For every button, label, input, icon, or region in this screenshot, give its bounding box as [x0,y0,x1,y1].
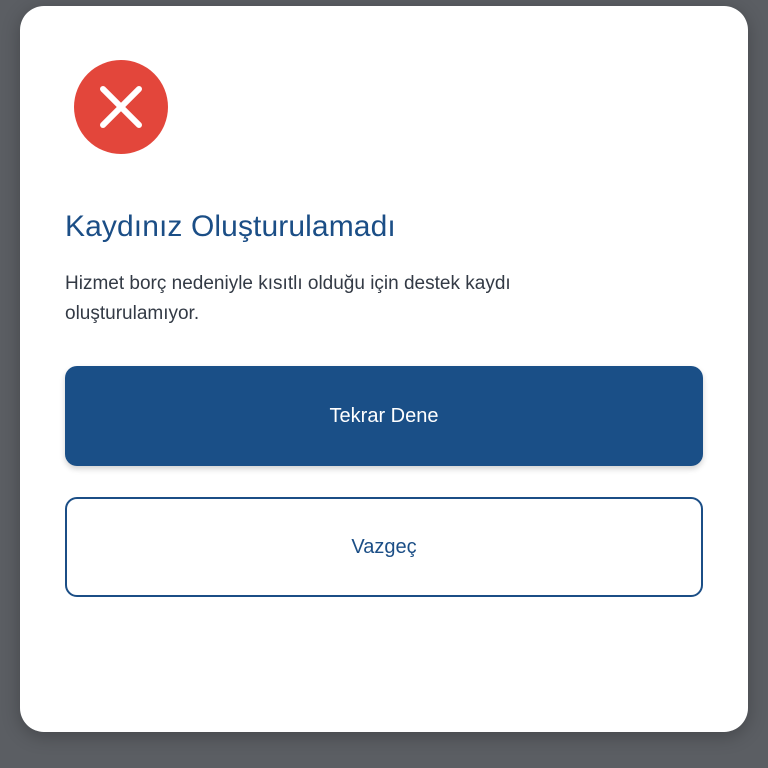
cancel-button[interactable]: Vazgeç [65,497,703,597]
dialog-title: Kaydınız Oluşturulamadı [65,210,396,243]
x-mark-icon [100,86,142,128]
error-close-icon [74,60,168,154]
dialog-message: Hizmet borç nedeniyle kısıtlı olduğu içi… [65,273,511,324]
error-dialog: Kaydınız Oluşturulamadı Hizmet borç nede… [20,6,748,732]
retry-button[interactable]: Tekrar Dene [65,366,703,466]
